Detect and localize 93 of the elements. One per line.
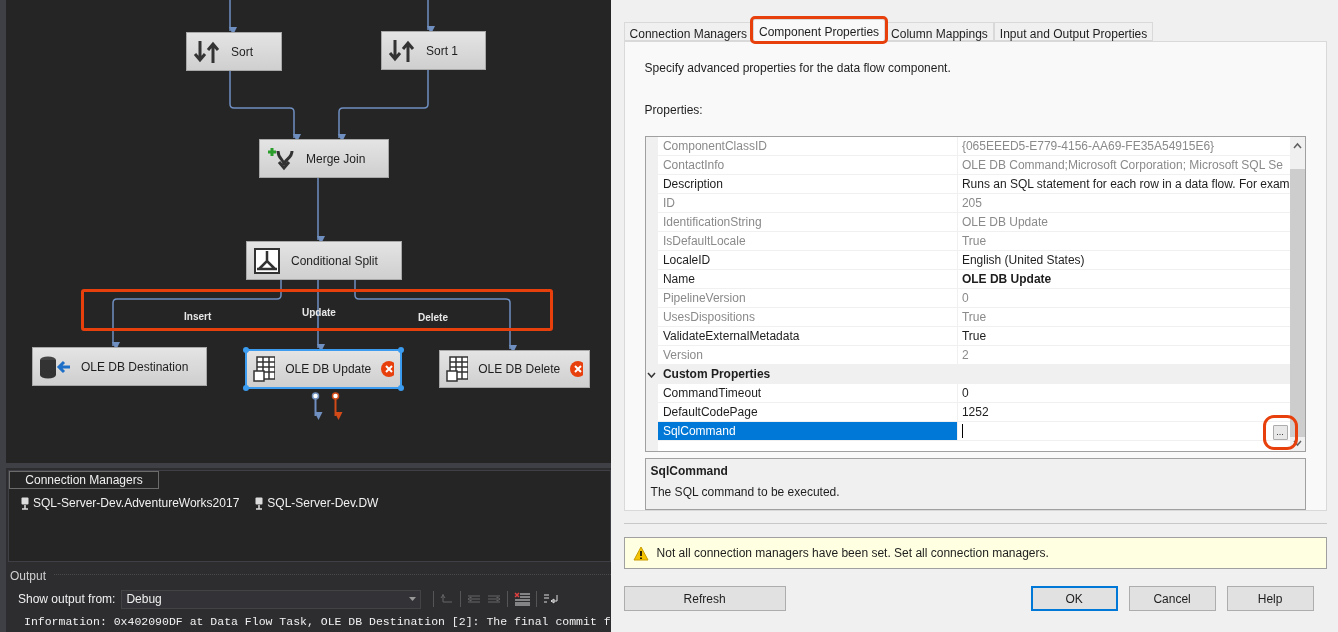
help-title: SqlCommand	[650, 463, 729, 480]
output-source-dropdown[interactable]: Debug	[121, 589, 422, 609]
properties-label: Properties:	[644, 102, 704, 119]
connector-arrow[interactable]	[112, 279, 282, 350]
property-name[interactable]: IdentificationString	[657, 213, 958, 231]
flow-component[interactable]: OLE DB Destination	[32, 347, 207, 386]
resize-handle[interactable]	[243, 347, 249, 353]
property-value[interactable]: True	[961, 232, 987, 250]
property-name[interactable]: PipelineVersion	[657, 289, 958, 307]
property-name[interactable]: IsDefaultLocale	[657, 232, 958, 250]
property-value[interactable]: 2	[961, 346, 969, 364]
property-name[interactable]: DefaultCodePage	[657, 403, 958, 421]
property-name[interactable]: Description	[657, 175, 958, 193]
component-label: Conditional Split	[291, 252, 379, 270]
connection-manager-item[interactable]: SQL-Server-Dev.AdventureWorks2017	[21, 494, 240, 512]
property-name[interactable]: LocaleID	[657, 251, 958, 269]
connector-arrow[interactable]	[317, 177, 325, 244]
component-label: Sort 1	[426, 42, 459, 60]
tab[interactable]: Column Mappings	[885, 22, 994, 41]
flow-component[interactable]: Conditional Split	[246, 241, 402, 280]
dialog-button[interactable]: Cancel	[1128, 586, 1216, 611]
text-cursor	[961, 424, 963, 438]
property-value[interactable]: 205	[961, 194, 982, 212]
flow-component[interactable]: OLE DB Delete	[439, 350, 590, 388]
property-value[interactable]: 1252	[961, 403, 989, 421]
connector-arrow[interactable]	[338, 69, 429, 142]
property-category[interactable]: Custom Properties	[657, 365, 771, 383]
warning-icon	[632, 545, 649, 561]
dialog-button[interactable]: Help	[1226, 586, 1314, 611]
property-value[interactable]: Runs an SQL statement for each row in a data flow. For exam	[961, 175, 1290, 193]
property-value[interactable]: OLE DB Update	[961, 270, 1052, 288]
table-command-icon	[253, 355, 276, 383]
clear-all-icon[interactable]	[514, 592, 531, 606]
property-value[interactable]: OLE DB Command;Microsoft Corporation; Microsoft SQL Se	[961, 156, 1283, 174]
component-label: Merge Join	[306, 150, 367, 168]
dialog-button[interactable]: Refresh	[623, 586, 786, 611]
output-panel-title: Output	[10, 568, 47, 585]
connector-arrow[interactable]	[229, 0, 237, 35]
database-destination-icon	[39, 354, 71, 379]
property-name[interactable]: Version	[657, 346, 958, 364]
flow-component[interactable]: Merge Join	[259, 139, 389, 178]
flow-component[interactable]: Sort	[186, 32, 282, 71]
property-name[interactable]: Name	[657, 270, 958, 288]
connector-arrow[interactable]	[229, 69, 301, 142]
dropdown-caret-icon	[409, 597, 417, 601]
output-line: Information: 0x402090DF at Data Flow Task, OLE DB Destination [2]: The final commit f	[24, 614, 611, 630]
warning-message: Not all connection managers have been set. Set all connection managers.	[656, 545, 1049, 562]
component-label: Sort	[231, 43, 254, 61]
database-connection-icon	[21, 496, 29, 510]
collapse-chevron-icon[interactable]	[647, 371, 657, 378]
conditional-split-icon	[253, 246, 281, 275]
property-name[interactable]: CommandTimeout	[657, 384, 958, 402]
property-name[interactable]: SqlCommand	[657, 422, 958, 440]
flow-component[interactable]: Sort 1	[381, 31, 486, 70]
connection-manager-item[interactable]: SQL-Server-Dev.DW	[255, 494, 379, 512]
component-label: OLE DB Update	[285, 361, 372, 378]
property-name[interactable]: UsesDispositions	[657, 308, 958, 326]
tab[interactable]: Component Properties	[753, 19, 886, 41]
resize-handle[interactable]	[243, 385, 249, 391]
connector-arrow[interactable]	[354, 279, 517, 353]
property-value[interactable]: English (United States)	[961, 251, 1085, 269]
connection-managers-tab[interactable]: Connection Managers	[9, 471, 159, 489]
dialog-description: Specify advanced properties for the data flow component.	[644, 60, 952, 77]
property-name[interactable]: ValidateExternalMetadata	[657, 327, 958, 345]
output-connector-handle[interactable]	[311, 392, 323, 420]
property-value[interactable]: True	[961, 327, 987, 345]
help-text: The SQL command to be executed.	[650, 484, 841, 501]
path-label: Insert	[184, 310, 212, 324]
property-name[interactable]: ContactInfo	[657, 156, 958, 174]
property-value[interactable]: 0	[961, 289, 969, 307]
property-name[interactable]: ComponentClassID	[657, 137, 958, 155]
table-command-icon	[446, 355, 469, 383]
resize-handle[interactable]	[398, 347, 404, 353]
sort-arrows-icon	[193, 38, 221, 65]
error-output-handle[interactable]	[331, 392, 343, 420]
connector-arrow[interactable]	[427, 0, 435, 34]
resize-handle[interactable]	[398, 385, 404, 391]
property-value[interactable]: True	[961, 308, 987, 326]
property-name[interactable]: ID	[657, 194, 958, 212]
path-label: Delete	[418, 311, 448, 325]
dialog-button[interactable]: OK	[1030, 586, 1118, 611]
word-wrap-icon[interactable]	[543, 592, 560, 606]
tab[interactable]: Input and Output Properties	[993, 22, 1154, 41]
database-connection-icon	[255, 496, 264, 510]
component-label: OLE DB Delete	[478, 361, 561, 378]
component-label: OLE DB Destination	[81, 358, 190, 376]
error-icon	[381, 361, 394, 377]
flow-component[interactable]: OLE DB Update	[245, 349, 402, 389]
sort-arrows-icon	[388, 37, 416, 64]
error-icon	[570, 361, 583, 377]
property-value[interactable]: 0	[961, 384, 969, 402]
show-output-label: Show output from:	[17, 591, 116, 608]
tab[interactable]: Connection Managers	[623, 22, 753, 41]
